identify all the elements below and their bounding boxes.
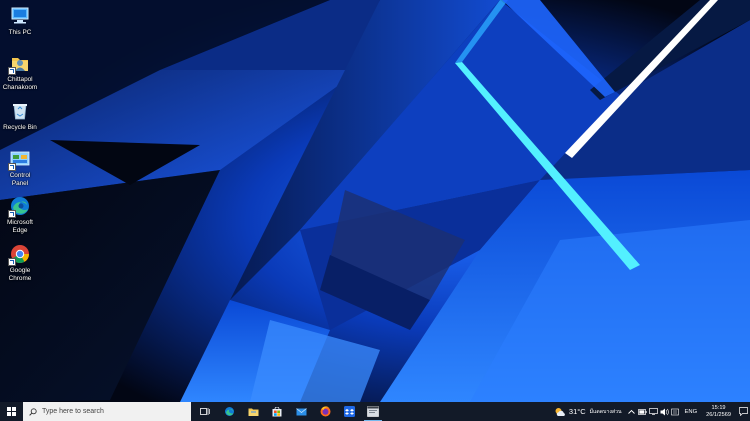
shortcut-arrow-icon [8,258,16,266]
system-tray: 31°C มีแดดบางส่วน ENG 15:19 26/1/2569 [550,402,750,421]
clock-date: 26/1/2569 [706,411,731,418]
chrome-icon [8,243,31,266]
task-view-icon [200,408,210,415]
speaker-icon [660,408,669,415]
desktop-icon-edge[interactable]: Microsoft Edge [2,195,38,234]
windows-logo-icon [7,407,16,416]
this-pc-icon [9,5,31,27]
shortcut-arrow-icon [8,210,16,218]
taskbar-firefox[interactable] [313,402,337,421]
weather-widget[interactable]: 31°C มีแดดบางส่วน [550,402,626,421]
taskbar-clock[interactable]: 15:19 26/1/2569 [701,402,736,421]
desktop-icon-label: Microsoft Edge [7,219,33,234]
language-indicator[interactable]: ENG [681,409,702,415]
weather-condition: มีแดดบางส่วน [589,408,622,415]
chevron-up-icon [627,409,635,414]
wallpaper [0,0,750,402]
show-hidden-icons-button[interactable] [626,402,637,421]
desktop-icon-control-panel[interactable]: Control Panel [2,148,38,187]
notification-icon [738,407,748,416]
taskbar-store[interactable] [265,402,289,421]
taskbar-app-window[interactable] [361,402,385,421]
clock-time: 15:19 [711,404,726,411]
desktop-icon-this-pc[interactable]: This PC [2,5,38,37]
battery-indicator[interactable] [637,402,648,421]
input-indicator[interactable] [670,402,681,421]
network-icon [648,408,658,415]
desktop: This PC Chittapol Chanakoom Recycle Bin … [0,0,750,402]
desktop-icon-label: Control Panel [9,172,31,187]
desktop-icon-label: This PC [8,29,32,36]
edge-icon [8,195,31,218]
control-panel-icon [8,148,31,171]
firefox-icon [320,406,330,417]
desktop-icon-recycle-bin[interactable]: Recycle Bin [2,100,38,132]
taskbar-file-explorer[interactable] [241,402,265,421]
desktop-icon-label: Chittapol Chanakoom [2,76,38,91]
taskbar-task-view[interactable] [193,402,217,421]
desktop-icon-chrome[interactable]: Google Chrome [2,243,38,282]
store-icon [272,406,282,416]
taskbar-edge[interactable] [217,402,241,421]
start-button[interactable] [0,402,23,421]
taskbar-dropbox[interactable] [337,402,361,421]
pen-icon [671,408,679,415]
desktop-icon-label: Google Chrome [8,267,32,282]
battery-icon [637,408,647,415]
app-window-icon [367,406,379,417]
weather-sun-cloud-icon [555,407,565,416]
shortcut-arrow-icon [8,67,16,75]
recycle-bin-icon [9,100,31,122]
desktop-icon-user-folder[interactable]: Chittapol Chanakoom [2,52,38,91]
taskbar: Type here to search 31°C มีแดดบางส่วน EN… [0,402,750,421]
dropbox-icon [343,406,355,417]
edge-icon [224,407,234,416]
search-placeholder: Type here to search [42,408,104,415]
network-indicator[interactable] [648,402,659,421]
folder-icon [248,408,258,416]
taskbar-mail[interactable] [289,402,313,421]
user-folder-icon [8,52,31,75]
mail-icon [295,407,307,415]
volume-control[interactable] [659,402,670,421]
shortcut-arrow-icon [8,163,16,171]
notification-center-button[interactable] [736,402,750,421]
weather-temperature: 31°C [568,407,586,416]
search-icon [29,407,37,416]
taskbar-search-box[interactable]: Type here to search [23,402,191,421]
desktop-icon-label: Recycle Bin [3,124,37,131]
